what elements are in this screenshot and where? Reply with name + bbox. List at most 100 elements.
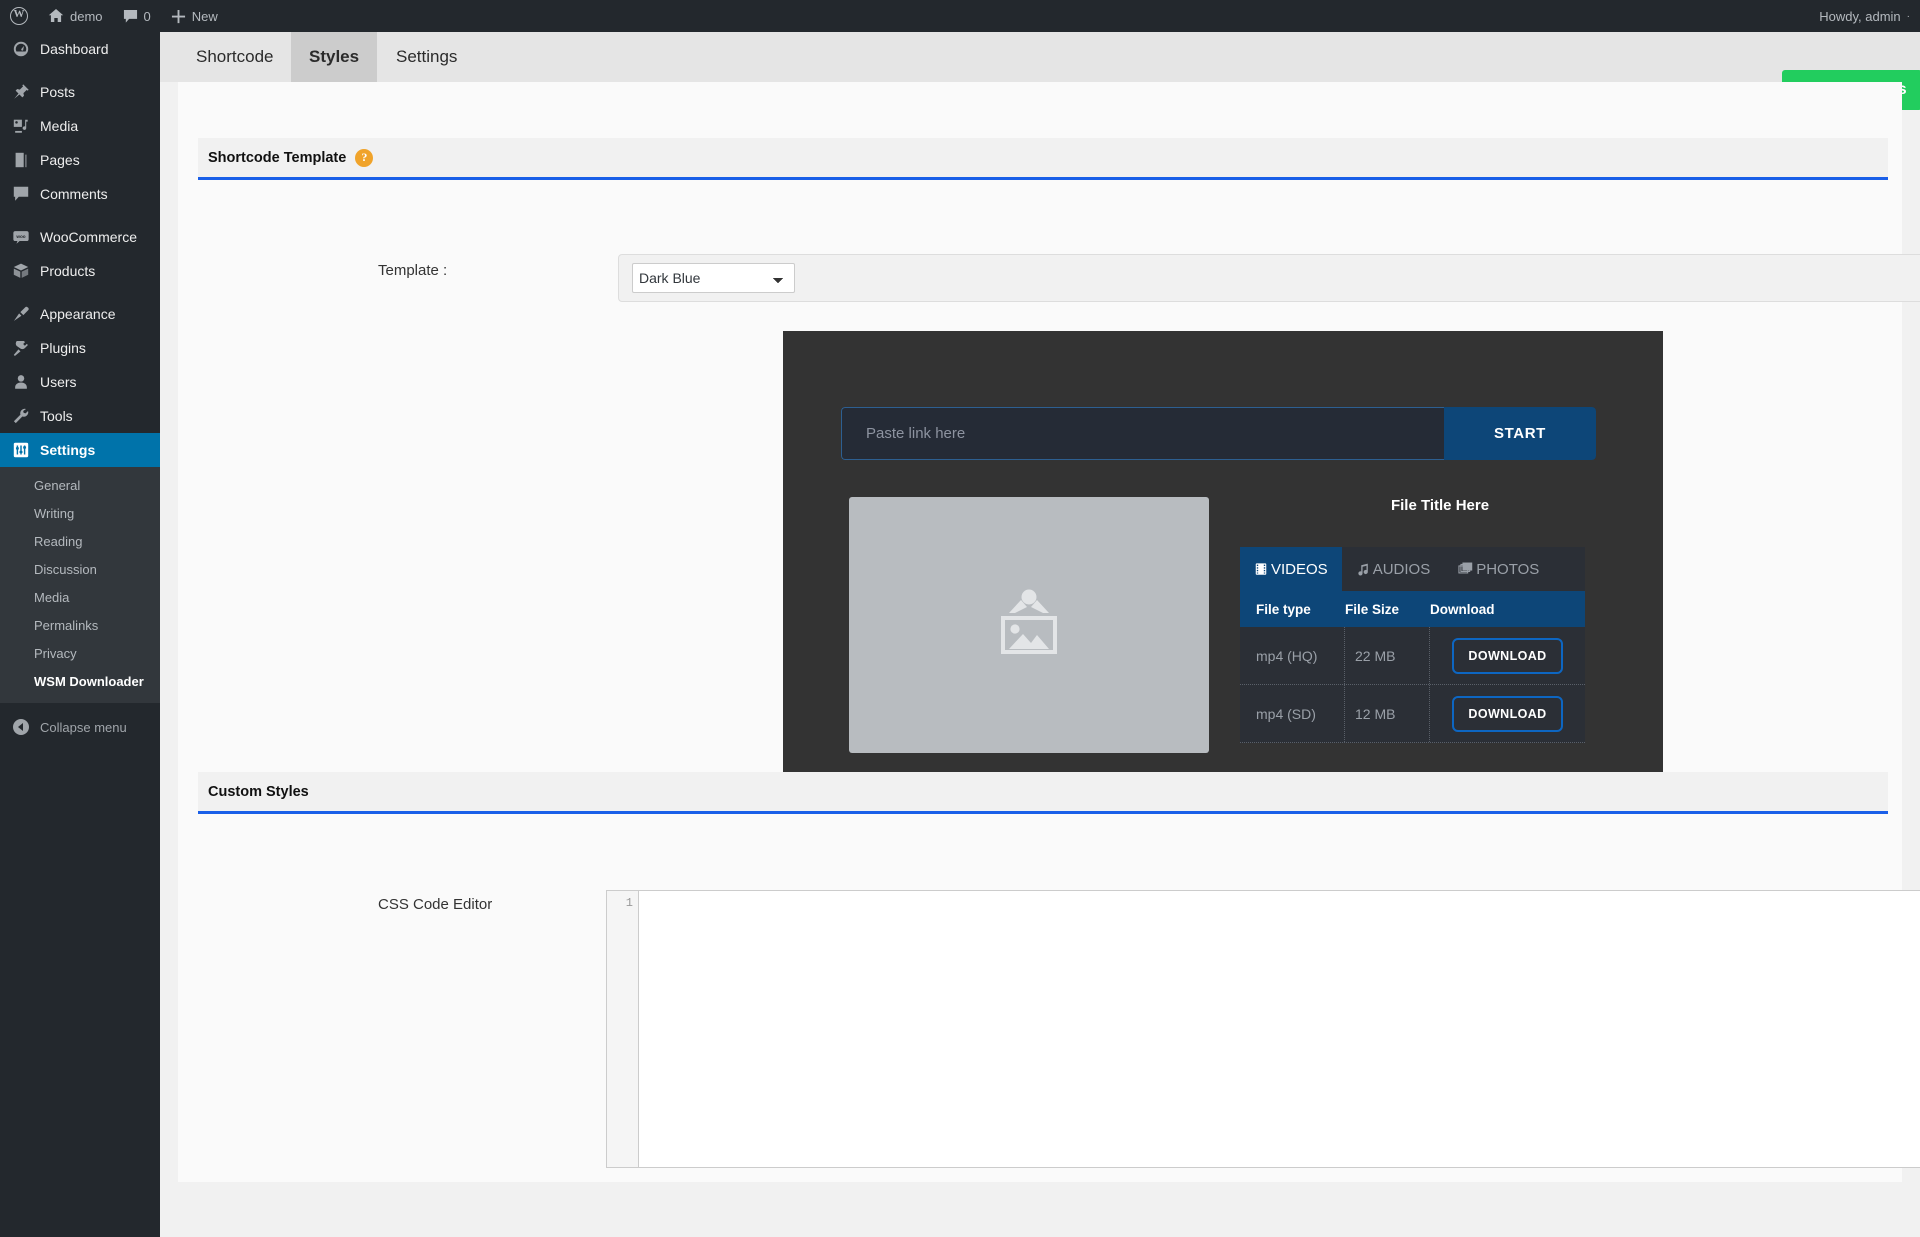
- plug-icon: [11, 338, 31, 358]
- user-icon: [11, 372, 31, 392]
- column-header-file-size: File Size: [1345, 602, 1430, 617]
- sidebar-item-users[interactable]: Users: [0, 365, 160, 399]
- media-icon: [11, 116, 31, 136]
- sidebar-label: Media: [40, 118, 78, 134]
- sidebar-separator: [0, 66, 160, 75]
- plugin-tab-strip: Shortcode Styles Settings: [160, 32, 1920, 82]
- preview-thumbnail: [849, 497, 1209, 753]
- image-placeholder-icon: [979, 583, 1079, 668]
- column-header-download: Download: [1430, 602, 1585, 617]
- chevron-down-icon: ·: [1907, 11, 1910, 22]
- tab-settings[interactable]: Settings: [378, 32, 475, 82]
- sidebar-item-media[interactable]: Media: [0, 109, 160, 143]
- dashboard-icon: [11, 39, 31, 59]
- cell-file-type: mp4 (HQ): [1240, 627, 1345, 684]
- cell-download: DOWNLOAD: [1430, 685, 1585, 742]
- sidebar-label: Pages: [40, 152, 80, 168]
- plus-icon: [171, 9, 186, 24]
- preview-file-title: File Title Here: [1240, 497, 1640, 514]
- sidebar-item-appearance[interactable]: Appearance: [0, 297, 160, 331]
- sidebar-label: Posts: [40, 84, 75, 100]
- admin-sidebar: Dashboard Posts Media Pages: [0, 32, 160, 1237]
- line-number: 1: [626, 896, 633, 910]
- line-number-gutter: 1: [607, 891, 639, 1167]
- sidebar-item-reading[interactable]: Reading: [0, 528, 160, 556]
- pin-icon: [11, 82, 31, 102]
- start-button[interactable]: START: [1444, 407, 1596, 460]
- comment-bubble-icon: [11, 184, 31, 204]
- sidebar-item-discussion[interactable]: Discussion: [0, 556, 160, 584]
- adminbar-wp-logo[interactable]: [0, 0, 38, 32]
- cell-file-size: 22 MB: [1345, 627, 1430, 684]
- tab-label: Settings: [396, 47, 457, 67]
- template-preview-panel: START File Title Here: [783, 331, 1663, 801]
- new-content-label: New: [192, 9, 218, 24]
- collapse-menu-label: Collapse menu: [40, 720, 127, 735]
- sidebar-item-privacy[interactable]: Privacy: [0, 640, 160, 668]
- download-button[interactable]: DOWNLOAD: [1452, 638, 1562, 674]
- column-header-file-type: File type: [1240, 602, 1345, 617]
- svg-text:woo: woo: [15, 234, 25, 239]
- sidebar-item-comments[interactable]: Comments: [0, 177, 160, 211]
- sidebar-item-pages[interactable]: Pages: [0, 143, 160, 177]
- sidebar-item-dashboard[interactable]: Dashboard: [0, 32, 160, 66]
- sidebar-item-products[interactable]: Products: [0, 254, 160, 288]
- template-field-label: Template :: [378, 262, 447, 279]
- preview-url-row: START: [841, 407, 1596, 460]
- products-box-icon: [11, 261, 31, 281]
- sidebar-item-posts[interactable]: Posts: [0, 75, 160, 109]
- sidebar-item-wsm-downloader[interactable]: WSM Downloader: [0, 668, 160, 696]
- music-note-icon: [1356, 562, 1370, 576]
- sidebar-label: Appearance: [40, 306, 116, 322]
- sidebar-item-woocommerce[interactable]: woo WooCommerce: [0, 220, 160, 254]
- media-tab-videos[interactable]: VIDEOS: [1240, 547, 1342, 591]
- wordpress-logo-icon: [10, 7, 28, 25]
- sidebar-item-media-settings[interactable]: Media: [0, 584, 160, 612]
- cell-file-type: mp4 (SD): [1240, 685, 1345, 742]
- collapse-menu-button[interactable]: Collapse menu: [0, 710, 160, 744]
- adminbar-site-name[interactable]: demo: [38, 0, 113, 32]
- wp-admin-bar: demo 0 New Howdy, admin ·: [0, 0, 1920, 32]
- wrench-icon: [11, 406, 31, 426]
- paintbrush-icon: [11, 304, 31, 324]
- template-select[interactable]: Dark Blue: [632, 263, 795, 293]
- adminbar-new-content[interactable]: New: [161, 0, 228, 32]
- custom-styles-section-header: Custom Styles: [198, 772, 1888, 814]
- comment-bubble-icon: [123, 9, 138, 24]
- chevron-left-circle-icon: [11, 717, 31, 737]
- download-button[interactable]: DOWNLOAD: [1452, 696, 1562, 732]
- adminbar-my-account[interactable]: Howdy, admin ·: [1809, 0, 1920, 32]
- media-type-tabs: VIDEOS AUDIOS: [1240, 547, 1585, 591]
- sidebar-label: Tools: [40, 408, 73, 424]
- comments-count: 0: [144, 9, 151, 24]
- film-strip-icon: [1254, 562, 1268, 576]
- media-tab-label: AUDIOS: [1373, 561, 1431, 578]
- css-code-textarea[interactable]: [639, 891, 1920, 1167]
- sidebar-item-permalinks[interactable]: Permalinks: [0, 612, 160, 640]
- settings-submenu: General Writing Reading Discussion Media…: [0, 467, 160, 703]
- sidebar-item-settings[interactable]: Settings: [0, 433, 160, 467]
- sidebar-separator: [0, 211, 160, 220]
- tab-shortcode[interactable]: Shortcode: [178, 32, 292, 82]
- table-row: mp4 (HQ) 22 MB DOWNLOAD: [1240, 627, 1585, 685]
- css-code-editor[interactable]: 1: [606, 890, 1920, 1168]
- howdy-label: Howdy, admin: [1819, 9, 1900, 24]
- sidebar-separator: [0, 288, 160, 297]
- paste-link-input[interactable]: [841, 407, 1444, 460]
- media-tab-photos[interactable]: PHOTOS: [1444, 547, 1553, 591]
- sidebar-item-plugins[interactable]: Plugins: [0, 331, 160, 365]
- home-icon: [48, 8, 64, 24]
- media-tab-audios[interactable]: AUDIOS: [1342, 547, 1445, 591]
- tab-styles[interactable]: Styles: [291, 32, 377, 82]
- sidebar-item-tools[interactable]: Tools: [0, 399, 160, 433]
- sidebar-item-general[interactable]: General: [0, 472, 160, 500]
- tab-label: Shortcode: [196, 47, 274, 67]
- question-mark-help-icon[interactable]: ?: [355, 149, 373, 167]
- adminbar-comments[interactable]: 0: [113, 0, 161, 32]
- page-icon: [11, 150, 31, 170]
- sidebar-label: WooCommerce: [40, 229, 137, 245]
- section-title: Shortcode Template: [208, 150, 346, 166]
- sidebar-label: Products: [40, 263, 95, 279]
- site-name-label: demo: [70, 9, 103, 24]
- sidebar-item-writing[interactable]: Writing: [0, 500, 160, 528]
